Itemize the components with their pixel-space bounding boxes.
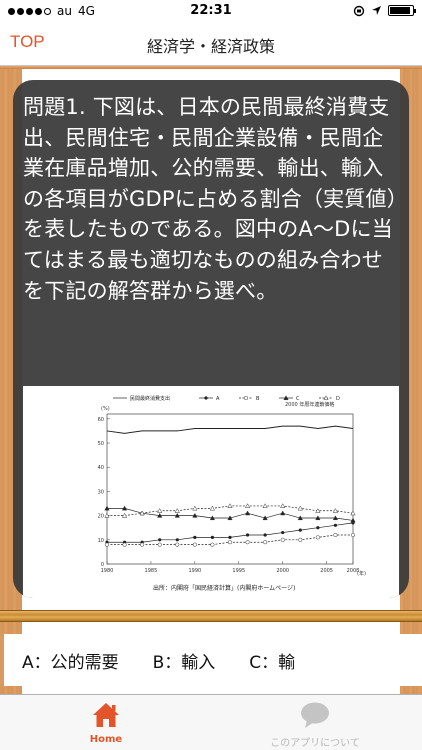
series-line [107,522,354,543]
chart-source: 出所：内閣府「国民経済計算」(内閣府ホームページ) [153,584,295,592]
home-icon [93,703,119,727]
data-point [244,510,251,516]
data-point [175,542,180,547]
data-point [245,533,250,537]
tab-bar: Home このアプリについて [0,694,422,750]
data-point [175,538,179,542]
page-title: 経済学・経済政策 [146,37,275,56]
data-point [298,528,302,532]
plot-area: 01020304050601980 1985 1990 1995 2000 2005 200… [98,413,359,574]
legend-label: B [256,396,260,402]
data-point [210,542,215,547]
data-point [298,537,303,542]
data-point [280,537,285,542]
legend-label: 民間最終消費支出 [130,395,170,402]
y-tick-label: 30 [98,489,104,495]
lock-rotation-icon [353,5,365,17]
data-point [227,503,233,508]
tab-about-label: このアプリについて [270,738,360,749]
location-arrow-icon [372,6,381,15]
x-tick-label: 2005 [320,568,333,574]
tab-home-label: Home [89,734,123,745]
legend-label: D [336,396,340,402]
y-tick-label: 50 [98,441,104,447]
battery-icon [388,5,416,16]
tab-home[interactable]: Home [56,695,156,750]
data-point [315,535,320,540]
y-tick-label: 40 [98,465,104,471]
data-point [227,540,233,545]
chart-legend: 民間最終消費支出 A B C D [113,395,340,402]
x-tick-label: 2000 [276,568,289,574]
x-tick-label: 1980 [101,568,114,574]
data-point [333,532,338,538]
data-point [333,523,338,527]
x-tick-label: 1995 [232,568,245,574]
data-point [280,503,286,508]
data-point [193,535,197,539]
x-tick-label: 1990 [188,568,201,574]
data-point [122,542,127,547]
speech-bubble-icon [301,702,329,728]
chart-note: 2000 年暦年連鎖価格 [285,401,334,408]
y-tick-label: 20 [98,514,104,520]
data-point [192,505,198,511]
data-point [262,503,268,508]
answer-text: A：公的需要 B：輸入 C：輸 [22,653,296,673]
data-point [263,540,268,545]
data-point [209,505,216,511]
data-point [192,542,197,547]
data-point [244,503,251,508]
chart-figure: 民間最終消費支出 A B C D 2000 年暦年連鎖価格 (%) 0 10 20 30 40 5… [23,386,399,598]
x-tick-label: 1985 [145,568,158,574]
data-point [263,533,267,537]
legend-label: A [216,396,220,402]
data-point [210,535,215,539]
question-text: 問題1. 下図は、日本の民間最終消費支出、民間住宅・民間企業設備・民間企業在庫品… [23,95,398,303]
gdp-share-chart: 民間最終消費支出 A B C D 2000 年暦年連鎖価格 (%) 0102030405… [98,395,366,592]
series-line [106,425,354,434]
status-bar: au 4G 22:31 [0,0,422,22]
wood-divider [0,610,422,622]
data-point [104,542,110,547]
data-point [245,540,250,545]
data-point [158,538,162,542]
data-point [228,535,232,539]
data-point [281,530,285,535]
answer-choices[interactable]: A：公的需要 B：輸入 C：輸 [0,634,422,686]
data-point [157,542,162,547]
question-card[interactable]: 問題1. 下図は、日本の民間最終消費支出、民間住宅・民間企業設備・民間企業在庫品… [13,80,409,598]
y-axis-unit: (%) [101,406,110,412]
data-point [243,395,249,401]
data-point [157,508,163,513]
status-right [353,4,416,17]
data-point [204,396,208,400]
data-point [316,526,320,530]
y-tick-label: 10 [98,538,104,544]
y-tick-label: 60 [98,417,104,423]
top-button[interactable]: TOP [10,32,45,52]
x-axis-unit: (年) [357,570,366,577]
data-point [174,508,180,513]
tab-about[interactable]: このアプリについて [250,695,380,750]
data-point [140,542,145,547]
navigation-bar: TOP 経済学・経済政策 [0,22,422,66]
data-point [350,532,356,538]
data-point [280,510,286,516]
battery-level [390,7,411,14]
